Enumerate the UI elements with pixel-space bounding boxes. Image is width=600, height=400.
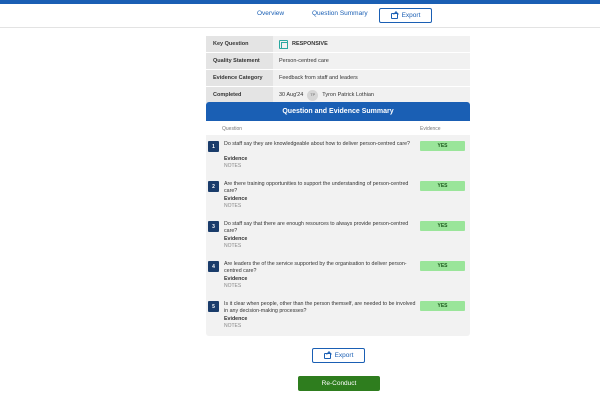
export-icon — [390, 12, 398, 19]
question-row: 5 Is it clear when people, other than th… — [206, 298, 470, 336]
question-number: 5 — [208, 301, 219, 312]
evidence-result-badge: YES — [420, 261, 465, 271]
evidence-label: Evidence — [224, 316, 248, 322]
question-row: 3 Do staff say that there are enough res… — [206, 218, 470, 258]
question-row: 2 Are there training opportunities to su… — [206, 178, 470, 218]
avatar: TP — [307, 89, 319, 101]
question-evidence-summary: Question and Evidence Summary Question E… — [206, 102, 470, 336]
question-text: Do staff say they are knowledgeable abou… — [224, 141, 410, 147]
info-row-key-question: Key Question RESPONSIVE — [206, 36, 470, 53]
info-value: Feedback from staff and leaders — [279, 75, 358, 81]
re-conduct-button[interactable]: Re-Conduct — [298, 376, 380, 391]
question-number: 4 — [208, 261, 219, 272]
key-question-value: RESPONSIVE — [292, 41, 328, 47]
info-row-quality-statement: Quality Statement Person-centred care — [206, 53, 470, 70]
question-number: 2 — [208, 181, 219, 192]
info-value: RESPONSIVE — [273, 36, 470, 52]
assessment-info-table: Key Question RESPONSIVE Quality Statemen… — [206, 36, 470, 104]
evidence-result-badge: YES — [420, 141, 465, 151]
export-label: Export — [334, 352, 354, 359]
evidence-label: Evidence — [224, 236, 248, 242]
tab-question-summary[interactable]: Question Summary — [312, 10, 368, 17]
evidence-notes: NOTES — [224, 283, 242, 289]
tab-overview[interactable]: Overview — [257, 10, 284, 17]
export-button-top[interactable]: Export — [379, 8, 432, 23]
evidence-notes: NOTES — [224, 323, 242, 329]
info-value: Person-centred care — [279, 58, 329, 64]
question-text: Is it clear when people, other than the … — [224, 301, 416, 314]
completed-by: Tyron Patrick Lothian — [322, 92, 374, 98]
evidence-result-badge: YES — [420, 221, 465, 231]
question-number: 3 — [208, 221, 219, 232]
info-key: Completed — [206, 87, 273, 103]
evidence-label: Evidence — [224, 196, 248, 202]
info-row-evidence-category: Evidence Category Feedback from staff an… — [206, 70, 470, 87]
info-value: 30 Aug'24 TP Tyron Patrick Lothian — [273, 87, 470, 103]
evidence-label: Evidence — [224, 276, 248, 282]
column-header-question: Question — [222, 126, 243, 132]
evidence-notes: NOTES — [224, 163, 242, 169]
question-row: 4 Are leaders the of the service support… — [206, 258, 470, 298]
export-button-bottom[interactable]: Export — [312, 348, 365, 363]
info-key: Quality Statement — [206, 53, 273, 69]
info-key: Key Question — [206, 36, 273, 52]
export-icon — [323, 352, 331, 359]
completed-date: 30 Aug'24 — [279, 92, 304, 98]
top-nav: Overview Question Summary Export — [0, 4, 600, 28]
evidence-label: Evidence — [224, 156, 248, 162]
question-text: Do staff say that there are enough resou… — [224, 221, 409, 234]
question-text: Are leaders the of the service supported… — [224, 261, 407, 274]
export-label: Export — [401, 12, 421, 19]
evidence-result-badge: YES — [420, 181, 465, 191]
info-key: Evidence Category — [206, 70, 273, 86]
summary-title: Question and Evidence Summary — [206, 102, 470, 121]
evidence-notes: NOTES — [224, 243, 242, 249]
question-number: 1 — [208, 141, 219, 152]
question-row: 1 Do staff say they are knowledgeable ab… — [206, 138, 470, 178]
responsive-icon — [279, 39, 288, 49]
question-text: Are there training opportunities to supp… — [224, 181, 409, 194]
column-headers: Question Evidence — [206, 121, 470, 135]
evidence-notes: NOTES — [224, 203, 242, 209]
evidence-result-badge: YES — [420, 301, 465, 311]
column-header-evidence: Evidence — [420, 126, 441, 132]
